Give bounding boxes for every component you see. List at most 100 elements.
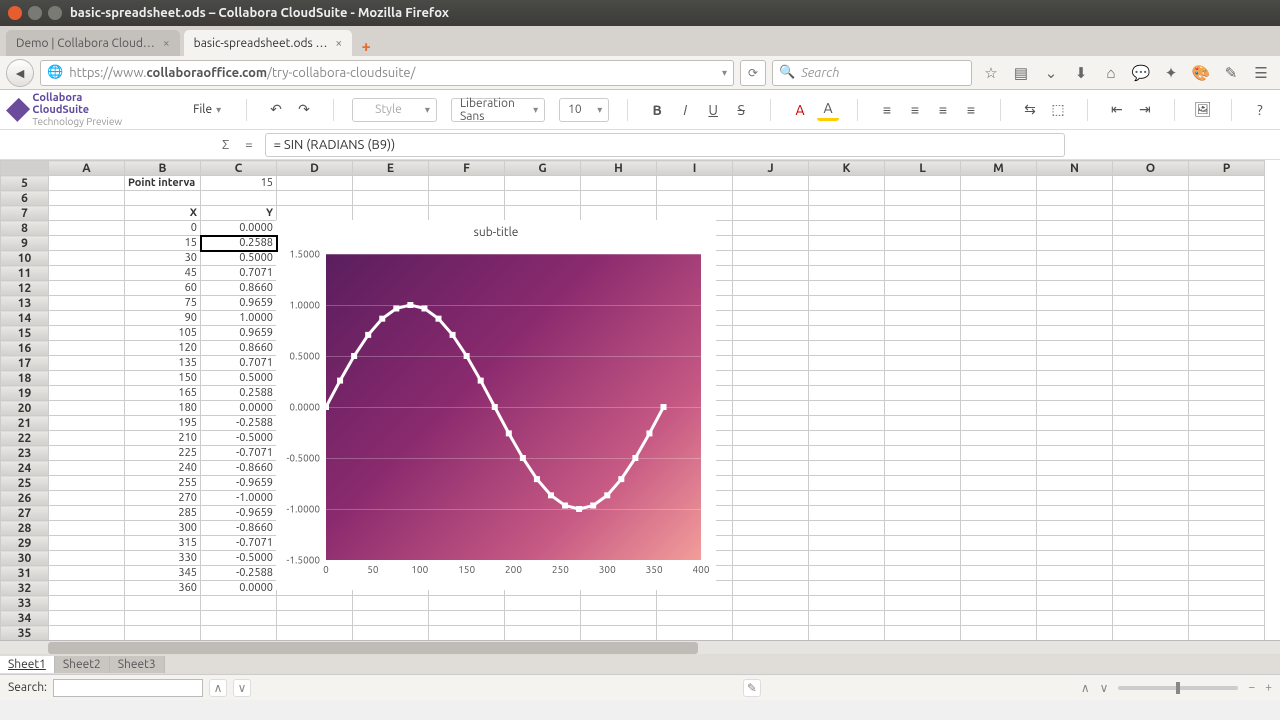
cell[interactable] bbox=[49, 416, 125, 431]
row-header[interactable]: 12 bbox=[1, 281, 49, 296]
cell[interactable] bbox=[961, 476, 1037, 491]
cell[interactable] bbox=[809, 626, 885, 641]
row-header[interactable]: 29 bbox=[1, 536, 49, 551]
browser-tab[interactable]: Demo | Collabora Cloud… × bbox=[6, 30, 180, 56]
cell[interactable] bbox=[961, 221, 1037, 236]
cell[interactable] bbox=[809, 401, 885, 416]
column-header[interactable]: O bbox=[1113, 161, 1189, 176]
cell[interactable] bbox=[49, 371, 125, 386]
style-dropdown[interactable]: Style bbox=[352, 98, 437, 122]
cell[interactable]: -0.5000 bbox=[201, 431, 277, 446]
row-header[interactable]: 31 bbox=[1, 566, 49, 581]
cell[interactable] bbox=[809, 521, 885, 536]
row-header[interactable]: 22 bbox=[1, 431, 49, 446]
column-header[interactable]: G bbox=[505, 161, 581, 176]
cell[interactable] bbox=[49, 551, 125, 566]
cell[interactable]: 0.0000 bbox=[201, 221, 277, 236]
cell[interactable]: 315 bbox=[125, 536, 201, 551]
cell[interactable] bbox=[1037, 236, 1113, 251]
browser-search-input[interactable]: 🔍 Search bbox=[772, 60, 972, 86]
cell[interactable] bbox=[961, 416, 1037, 431]
cell[interactable] bbox=[961, 521, 1037, 536]
cell[interactable]: 0 bbox=[125, 221, 201, 236]
equals-icon[interactable]: = bbox=[241, 138, 256, 152]
highlight-color-button[interactable]: A bbox=[817, 99, 839, 121]
row-header[interactable]: 28 bbox=[1, 521, 49, 536]
cell[interactable] bbox=[1189, 191, 1265, 206]
cell[interactable] bbox=[1113, 371, 1189, 386]
cell[interactable] bbox=[353, 206, 429, 221]
chat-icon[interactable]: 💬 bbox=[1132, 64, 1150, 82]
row-header[interactable]: 27 bbox=[1, 506, 49, 521]
cell[interactable]: 0.2588 bbox=[201, 386, 277, 401]
cell[interactable] bbox=[733, 416, 809, 431]
cell[interactable] bbox=[429, 596, 505, 611]
cell[interactable] bbox=[1037, 326, 1113, 341]
cell[interactable] bbox=[733, 551, 809, 566]
cell[interactable] bbox=[809, 326, 885, 341]
cell[interactable] bbox=[1037, 206, 1113, 221]
cell[interactable] bbox=[961, 371, 1037, 386]
cell[interactable] bbox=[49, 461, 125, 476]
cell[interactable] bbox=[1037, 341, 1113, 356]
column-header[interactable]: P bbox=[1189, 161, 1265, 176]
cell[interactable] bbox=[733, 356, 809, 371]
cell[interactable] bbox=[1113, 341, 1189, 356]
italic-button[interactable]: I bbox=[674, 99, 696, 121]
cell[interactable] bbox=[581, 206, 657, 221]
cell[interactable] bbox=[733, 296, 809, 311]
column-header[interactable]: N bbox=[1037, 161, 1113, 176]
cell[interactable] bbox=[1113, 401, 1189, 416]
row-header[interactable]: 24 bbox=[1, 461, 49, 476]
cell[interactable] bbox=[505, 191, 581, 206]
cell[interactable] bbox=[581, 626, 657, 641]
cell[interactable] bbox=[1113, 236, 1189, 251]
cell[interactable] bbox=[1189, 206, 1265, 221]
sheet-tab[interactable]: Sheet3 bbox=[110, 656, 165, 673]
cell[interactable] bbox=[1113, 551, 1189, 566]
cell[interactable] bbox=[49, 386, 125, 401]
cell[interactable] bbox=[1189, 611, 1265, 626]
cell[interactable] bbox=[733, 521, 809, 536]
cell[interactable] bbox=[885, 551, 961, 566]
cell[interactable] bbox=[1189, 341, 1265, 356]
cell[interactable]: 0.7071 bbox=[201, 356, 277, 371]
row-header[interactable]: 9 bbox=[1, 236, 49, 251]
cell[interactable] bbox=[961, 236, 1037, 251]
align-justify-button[interactable]: ≡ bbox=[960, 99, 982, 121]
cell[interactable] bbox=[809, 566, 885, 581]
cell[interactable] bbox=[809, 491, 885, 506]
cell[interactable] bbox=[961, 191, 1037, 206]
cell[interactable] bbox=[733, 266, 809, 281]
cell[interactable]: 300 bbox=[125, 521, 201, 536]
cell[interactable] bbox=[1189, 311, 1265, 326]
cell[interactable]: 270 bbox=[125, 491, 201, 506]
cell[interactable] bbox=[201, 626, 277, 641]
column-header[interactable]: M bbox=[961, 161, 1037, 176]
cell[interactable] bbox=[885, 176, 961, 191]
cell[interactable] bbox=[49, 176, 125, 191]
zoom-out-icon[interactable]: ∧ bbox=[1081, 681, 1090, 695]
cell[interactable] bbox=[809, 536, 885, 551]
row-header[interactable]: 32 bbox=[1, 581, 49, 596]
cell[interactable]: 105 bbox=[125, 326, 201, 341]
cell[interactable] bbox=[1189, 416, 1265, 431]
cell[interactable] bbox=[1113, 611, 1189, 626]
cell[interactable]: 0.8660 bbox=[201, 341, 277, 356]
cell[interactable] bbox=[1113, 626, 1189, 641]
cell[interactable] bbox=[1189, 266, 1265, 281]
cell[interactable] bbox=[1113, 431, 1189, 446]
cell[interactable] bbox=[885, 311, 961, 326]
cell[interactable] bbox=[581, 191, 657, 206]
cell[interactable] bbox=[505, 611, 581, 626]
cell[interactable] bbox=[277, 176, 353, 191]
cell[interactable] bbox=[1113, 506, 1189, 521]
cell[interactable] bbox=[885, 401, 961, 416]
cell[interactable] bbox=[885, 356, 961, 371]
row-header[interactable]: 30 bbox=[1, 551, 49, 566]
cell[interactable] bbox=[1113, 296, 1189, 311]
cell[interactable] bbox=[885, 581, 961, 596]
cell[interactable]: X bbox=[125, 206, 201, 221]
cell[interactable] bbox=[1113, 281, 1189, 296]
cell[interactable] bbox=[961, 551, 1037, 566]
